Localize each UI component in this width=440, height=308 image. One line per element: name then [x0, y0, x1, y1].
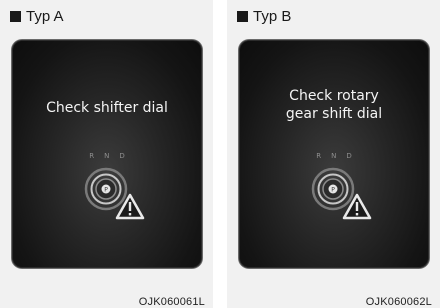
gear-r: R: [89, 152, 95, 160]
panel-header-label: Typ A: [26, 8, 64, 25]
shifter-dial-graphic: P: [82, 164, 150, 224]
panel-header: Typ B: [237, 9, 291, 24]
figure-code: OJK060061L: [138, 296, 205, 308]
shifter-dial-graphic: P: [309, 164, 377, 224]
dial-p-label: P: [331, 187, 335, 194]
figure-code: OJK060062L: [365, 296, 432, 308]
cluster-display: Check shifter dial R N D P: [12, 40, 202, 268]
rotary-shifter-dial-icon: P: [84, 167, 128, 211]
black-square-icon: [237, 11, 248, 22]
panel-header-label: Typ B: [253, 8, 292, 25]
warning-message-line-2: gear shift dial: [285, 106, 383, 122]
black-square-icon: [10, 11, 21, 22]
gear-r: R: [316, 152, 322, 160]
panel-type-b: Typ B Check rotary gear shift dial R N D…: [227, 0, 440, 308]
gear-indicator: R N D: [239, 152, 429, 160]
cluster-display: Check rotary gear shift dial R N D P: [239, 40, 429, 268]
warning-message-line-1: Check shifter dial: [46, 100, 168, 116]
gear-d: D: [119, 152, 125, 160]
panel-header: Typ A: [10, 9, 64, 24]
gear-n: N: [331, 152, 337, 160]
gear-n: N: [104, 152, 110, 160]
warning-triangle-icon: [115, 193, 145, 220]
panel-type-a: Typ A Check shifter dial R N D P OJK0600…: [0, 0, 213, 308]
dial-p-label: P: [104, 187, 108, 194]
warning-message-line-1: Check rotary: [289, 88, 379, 104]
warning-triangle-icon: [342, 193, 372, 220]
rotary-shifter-dial-icon: P: [311, 167, 355, 211]
gear-d: D: [346, 152, 352, 160]
gear-indicator: R N D: [12, 152, 202, 160]
